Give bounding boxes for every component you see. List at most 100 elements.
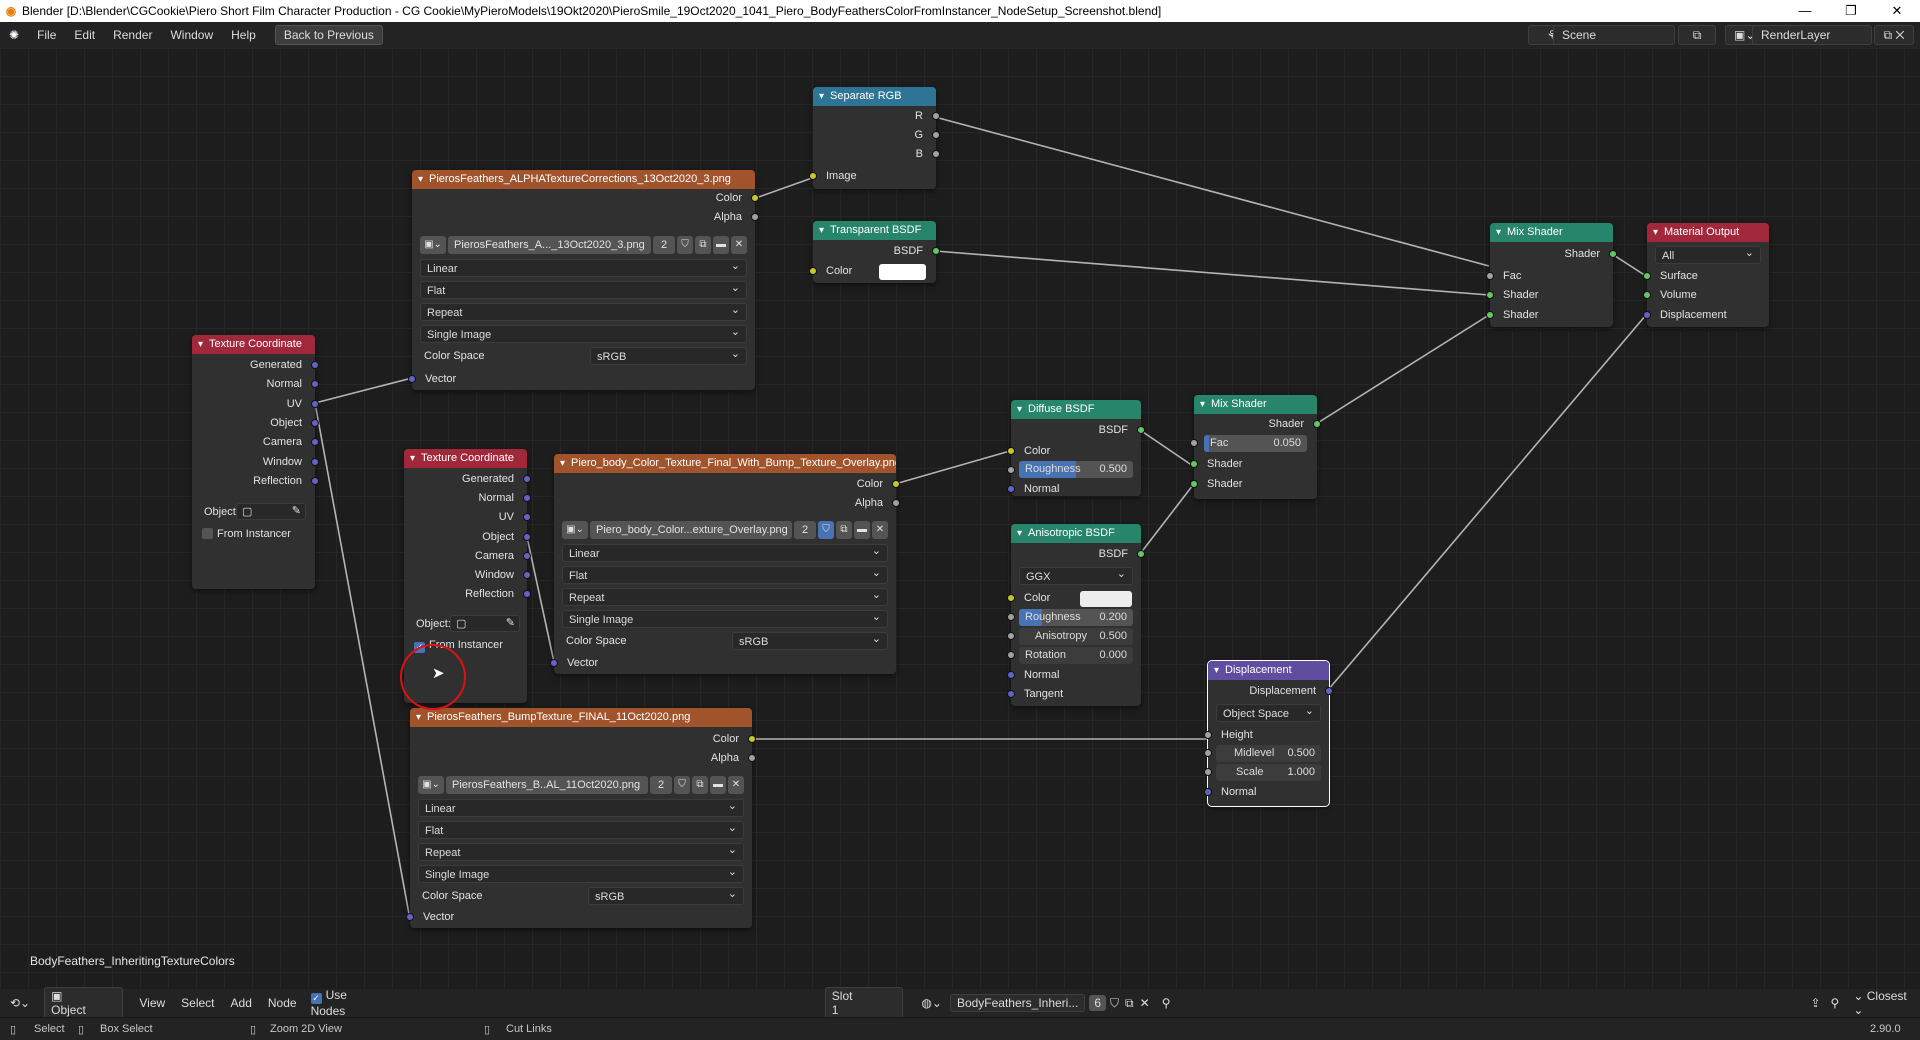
distribution-dropdown[interactable]: GGX (1019, 565, 1133, 585)
mix-shader-node-1[interactable]: Mix Shader Shader Fac Shader Shader (1486, 223, 1617, 327)
shader-output-socket[interactable] (1609, 250, 1617, 258)
color-input-socket[interactable] (809, 267, 817, 275)
space-dropdown[interactable]: Object Space (1216, 702, 1321, 722)
snap-dropdown[interactable]: ⌄ Closest ⌄ (1853, 989, 1920, 1017)
renderlayer-field[interactable]: RenderLayer (1752, 25, 1872, 45)
image-users[interactable]: 2 (794, 521, 816, 539)
generated-output-socket[interactable] (523, 475, 531, 483)
image-name[interactable]: PierosFeathers_B..AL_11Oct2020.png (446, 776, 648, 794)
normal-output-socket[interactable] (523, 494, 531, 502)
menu-file[interactable]: File (28, 28, 65, 42)
menu-edit[interactable]: Edit (65, 28, 104, 42)
node-title[interactable]: Displacement (1208, 661, 1329, 680)
displacement-output-socket[interactable] (1325, 687, 1333, 695)
duplicate-icon[interactable]: ⧉ (692, 776, 708, 794)
roughness-input-socket[interactable] (1007, 466, 1015, 474)
node-title[interactable]: Transparent BSDF (813, 221, 936, 240)
anisotropy-slider[interactable]: Anisotropy 0.500 (1019, 628, 1133, 645)
texture-coordinate-node-1[interactable]: Texture Coordinate Generated Normal UV O… (192, 335, 319, 589)
folder-icon[interactable]: ▬ (854, 521, 870, 539)
source-dropdown[interactable]: Single Image (418, 863, 744, 883)
image-selector[interactable]: ▣⌄ PierosFeathers_A..._13Oct2020_3.png 2… (420, 236, 747, 254)
fac-slider[interactable]: Fac 0.050 (1204, 435, 1307, 452)
b-output-socket[interactable] (932, 150, 940, 158)
image-selector[interactable]: ▣⌄ PierosFeathers_B..AL_11Oct2020.png 2 … (418, 776, 744, 794)
folder-icon[interactable]: ▬ (713, 236, 729, 254)
close-icon[interactable]: ✕ (1140, 996, 1150, 1010)
checkbox-icon[interactable] (202, 528, 213, 539)
fac-input-socket[interactable] (1190, 439, 1198, 447)
duplicate-icon[interactable]: ⧉ (695, 236, 711, 254)
fac-input-socket[interactable] (1486, 272, 1494, 280)
surface-input-socket[interactable] (1643, 272, 1651, 280)
alpha-output-socket[interactable] (748, 754, 756, 762)
window-output-socket[interactable] (523, 571, 531, 579)
rotation-input-socket[interactable] (1007, 651, 1015, 659)
use-nodes-checkbox[interactable]: ✓ Use Nodes (310, 988, 385, 1018)
generated-output-socket[interactable] (311, 361, 319, 369)
separate-rgb-node[interactable]: Separate RGB R G B Image (809, 87, 940, 189)
close-icon[interactable]: ✕ (731, 236, 747, 254)
g-output-socket[interactable] (932, 131, 940, 139)
midlevel-slider[interactable]: Midlevel 0.500 (1216, 745, 1321, 762)
material-output-node[interactable]: Material Output All Surface Volume Displ… (1643, 223, 1769, 327)
alpha-output-socket[interactable] (892, 499, 900, 507)
menu-node[interactable]: Node (268, 996, 297, 1010)
normal-input-socket[interactable] (1204, 788, 1212, 796)
menu-view[interactable]: View (139, 996, 165, 1010)
source-dropdown[interactable]: Single Image (420, 323, 747, 343)
pin-icon[interactable]: ⚲ (1162, 996, 1171, 1010)
color-space-dropdown[interactable]: sRGB (588, 885, 744, 905)
volume-input-socket[interactable] (1643, 291, 1651, 299)
roughness-slider[interactable]: Roughness 0.500 (1019, 461, 1133, 478)
node-title[interactable]: Texture Coordinate (404, 449, 527, 468)
node-title[interactable]: Anisotropic BSDF (1011, 524, 1141, 543)
scale-input-socket[interactable] (1204, 768, 1212, 776)
node-title[interactable]: Texture Coordinate (192, 335, 315, 354)
shield-icon[interactable]: ⛉ (674, 776, 690, 794)
color-input-socket[interactable] (1007, 447, 1015, 455)
shield-icon[interactable]: ⛉ (677, 236, 693, 254)
camera-output-socket[interactable] (523, 552, 531, 560)
menu-render[interactable]: Render (104, 28, 161, 42)
alpha-texture-node[interactable]: PierosFeathers_ALPHATextureCorrections_1… (408, 170, 759, 390)
normal-input-socket[interactable] (1007, 485, 1015, 493)
vector-input-socket[interactable] (408, 375, 416, 383)
transparent-bsdf-node[interactable]: Transparent BSDF BSDF Color (809, 221, 940, 283)
image-users[interactable]: 2 (653, 236, 675, 254)
normal-output-socket[interactable] (311, 380, 319, 388)
back-to-previous-button[interactable]: Back to Previous (274, 25, 383, 45)
roughness-input-socket[interactable] (1007, 613, 1015, 621)
color-space-dropdown[interactable]: sRGB (590, 345, 747, 365)
material-name-field[interactable]: BodyFeathers_Inheri... (949, 994, 1086, 1012)
checkbox-checked-icon[interactable]: ✓ (310, 993, 322, 1004)
shader-output-socket[interactable] (1313, 420, 1321, 428)
vector-input-socket[interactable] (406, 913, 414, 921)
projection-dropdown[interactable]: Flat (418, 819, 744, 839)
eyedropper-icon[interactable]: ✎ (506, 616, 515, 629)
scene-new-icon[interactable]: ⧉ ✕ (1678, 25, 1716, 60)
color-swatch[interactable] (879, 264, 926, 280)
close-icon[interactable]: ✕ (872, 521, 888, 539)
object-output-socket[interactable] (523, 533, 531, 541)
source-dropdown[interactable]: Single Image (562, 608, 888, 628)
reflection-output-socket[interactable] (311, 477, 319, 485)
reflection-output-socket[interactable] (523, 590, 531, 598)
shield-icon[interactable]: ⛉ (818, 521, 834, 539)
node-title[interactable]: Diffuse BSDF (1011, 400, 1141, 419)
snap-icon[interactable]: ⚲ (1831, 996, 1840, 1010)
slot-dropdown[interactable]: Slot 1 (824, 987, 904, 1019)
image-input-socket[interactable] (809, 172, 817, 180)
shader1-input-socket[interactable] (1190, 460, 1198, 468)
menu-add[interactable]: Add (231, 996, 252, 1010)
shield-icon[interactable]: ⛉ (1110, 996, 1119, 1011)
node-title[interactable]: PierosFeathers_BumpTexture_FINAL_11Oct20… (410, 708, 752, 727)
object-output-socket[interactable] (311, 419, 319, 427)
renderlayer-new-icon[interactable]: ⧉ ✕ (1874, 25, 1914, 45)
node-title[interactable]: Material Output (1647, 223, 1769, 242)
material-browse-icon[interactable]: ◍⌄ (921, 996, 942, 1010)
body-color-texture-node[interactable]: Piero_body_Color_Texture_Final_With_Bump… (550, 454, 900, 674)
image-selector[interactable]: ▣⌄ Piero_body_Color...exture_Overlay.png… (562, 521, 888, 539)
roughness-slider[interactable]: Roughness 0.200 (1019, 609, 1133, 626)
node-editor[interactable]: PierosFeathers_ALPHATextureCorrections_1… (0, 48, 1920, 989)
